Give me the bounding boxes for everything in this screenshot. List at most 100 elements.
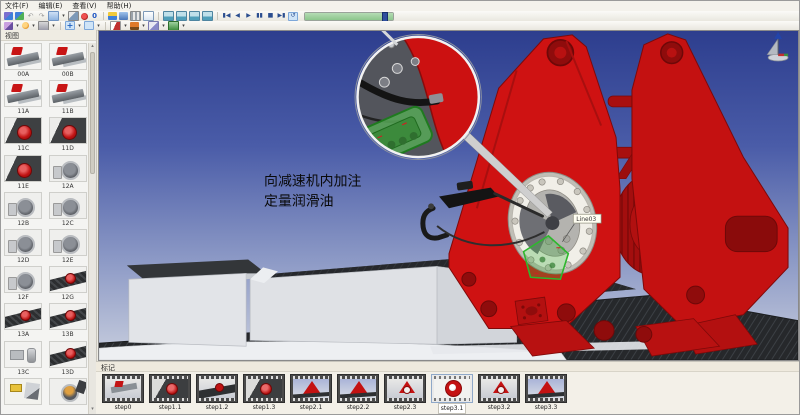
step-thumbnail[interactable] (337, 374, 379, 403)
image-icon[interactable] (68, 11, 79, 21)
view-thumbnail[interactable] (49, 266, 87, 293)
draw-tool-icon[interactable] (84, 21, 94, 30)
step-item-step2-1[interactable]: step2.1 (290, 374, 332, 412)
step-back-icon[interactable]: ◀ (233, 12, 242, 20)
view-thumbnail[interactable] (49, 192, 87, 219)
step-item-step3-3[interactable]: step3.3 (525, 374, 567, 412)
step-thumbnail[interactable] (196, 374, 238, 403)
view-item-12B[interactable]: 12B (3, 192, 44, 228)
view-thumbnail[interactable] (49, 155, 87, 182)
view-item-13D[interactable]: 13D (48, 341, 89, 377)
view-item-13A[interactable]: 13A (3, 303, 44, 339)
render-style-icon[interactable] (4, 22, 13, 30)
palette-caret-icon[interactable]: ▾ (181, 23, 186, 29)
view-thumbnail[interactable] (49, 43, 87, 70)
step-item-step3-1-selected[interactable]: step3.1 (431, 374, 473, 414)
step-item-step0[interactable]: step0 (102, 374, 144, 412)
step-thumbnail[interactable] (525, 374, 567, 403)
step-thumbnail[interactable] (384, 374, 426, 403)
home-icon[interactable] (119, 12, 128, 20)
render-style-caret-icon[interactable]: ▾ (15, 23, 20, 29)
view-item-13C[interactable]: 13C (3, 341, 44, 377)
view-item-12F[interactable]: 12F (3, 266, 44, 302)
scrollbar-thumb[interactable] (90, 52, 95, 174)
counter-zero-icon[interactable]: 0 (90, 12, 99, 20)
view-item-11D[interactable]: 11D (48, 117, 89, 153)
view-thumbnail[interactable] (4, 192, 42, 219)
lighting-icon[interactable] (22, 22, 29, 29)
go-end-icon[interactable]: ▶▮ (277, 12, 286, 20)
step-item-step1-3[interactable]: step1.3 (243, 374, 285, 412)
open-icon[interactable] (4, 12, 13, 20)
redo-icon[interactable]: ↷ (37, 12, 46, 20)
flag-markup-caret-icon[interactable]: ▾ (141, 23, 146, 29)
pause-icon[interactable]: ▮▮ (255, 12, 264, 20)
menu-view[interactable]: 查看(V) (72, 1, 96, 11)
undo-icon[interactable]: ↶ (26, 12, 35, 20)
view-thumbnail[interactable] (49, 117, 87, 144)
views-scrollbar[interactable]: ▴ ▾ (88, 43, 96, 414)
playback-progress-slider[interactable] (304, 12, 394, 21)
publish-4-icon[interactable] (202, 11, 213, 21)
view-thumbnail[interactable] (4, 155, 42, 182)
publish-1-icon[interactable] (163, 11, 174, 21)
step-thumbnail[interactable] (149, 374, 191, 403)
stop-icon[interactable]: ■ (266, 12, 275, 20)
view-thumbnail[interactable] (49, 378, 87, 405)
measure-caret-icon[interactable]: ▾ (123, 23, 128, 29)
viewport-3d[interactable]: Line03 (98, 30, 799, 361)
view-layout-icon[interactable] (48, 11, 59, 21)
view-item-00A[interactable]: 00A (3, 43, 44, 79)
view-thumbnail[interactable] (4, 43, 42, 70)
menu-help[interactable]: 帮助(H) (107, 1, 132, 11)
view-item-12C[interactable]: 12C (48, 192, 89, 228)
page-icon[interactable] (143, 11, 154, 21)
palette-icon[interactable] (168, 21, 179, 31)
move-tool-caret-icon[interactable]: ▾ (77, 23, 82, 29)
view-item-12E[interactable]: 12E (48, 229, 89, 265)
step-item-step1-1[interactable]: step1.1 (149, 374, 191, 412)
scroll-down-icon[interactable]: ▾ (89, 406, 96, 413)
view-thumbnail[interactable] (49, 80, 87, 107)
eraser-caret-icon[interactable]: ▾ (51, 23, 56, 29)
view-thumbnail[interactable] (4, 303, 42, 330)
menu-edit[interactable]: 编辑(E) (39, 1, 63, 11)
loop-icon[interactable]: ↺ (288, 12, 298, 21)
move-tool-icon[interactable]: + (65, 21, 75, 30)
view-item-12A[interactable]: 12A (48, 155, 89, 191)
step-item-step2-3[interactable]: step2.3 (384, 374, 426, 412)
view-thumbnail[interactable] (4, 378, 42, 405)
view-thumbnail[interactable] (49, 303, 87, 330)
view-item-00B[interactable]: 00B (48, 43, 89, 79)
step-thumbnail[interactable] (478, 374, 520, 403)
view-item-partial-2[interactable] (48, 378, 89, 414)
step-item-step2-2[interactable]: step2.2 (337, 374, 379, 412)
eraser-icon[interactable] (38, 21, 49, 31)
step-item-step3-2[interactable]: step3.2 (478, 374, 520, 412)
measure-icon[interactable] (110, 21, 121, 31)
view-item-partial-1[interactable] (3, 378, 44, 414)
view-thumbnail[interactable] (4, 341, 42, 368)
step-thumbnail[interactable] (243, 374, 285, 403)
grid-icon[interactable] (130, 11, 141, 21)
draw-tool-caret-icon[interactable]: ▾ (96, 23, 101, 29)
view-item-12G[interactable]: 12G (48, 266, 89, 302)
play-icon[interactable]: ▶ (244, 12, 253, 20)
view-thumbnail[interactable] (4, 229, 42, 256)
view-thumbnail[interactable] (4, 266, 42, 293)
flag-markup-icon[interactable] (130, 22, 139, 30)
view-item-11C[interactable]: 11C (3, 117, 44, 153)
lighting-caret-icon[interactable]: ▾ (31, 23, 36, 29)
scroll-up-icon[interactable]: ▴ (89, 43, 96, 50)
view-thumbnail[interactable] (4, 80, 42, 107)
view-item-11B[interactable]: 11B (48, 80, 89, 116)
cut-plane-icon[interactable] (148, 21, 159, 31)
go-start-icon[interactable]: ▮◀ (222, 12, 231, 20)
import-icon[interactable] (15, 12, 24, 20)
step-thumbnail[interactable] (431, 374, 473, 403)
publish-3-icon[interactable] (189, 11, 200, 21)
view-layout-caret-icon[interactable]: ▾ (61, 13, 66, 19)
view-item-11E[interactable]: 11E (3, 155, 44, 191)
view-thumbnail[interactable] (49, 341, 87, 368)
view-thumbnail[interactable] (4, 117, 42, 144)
